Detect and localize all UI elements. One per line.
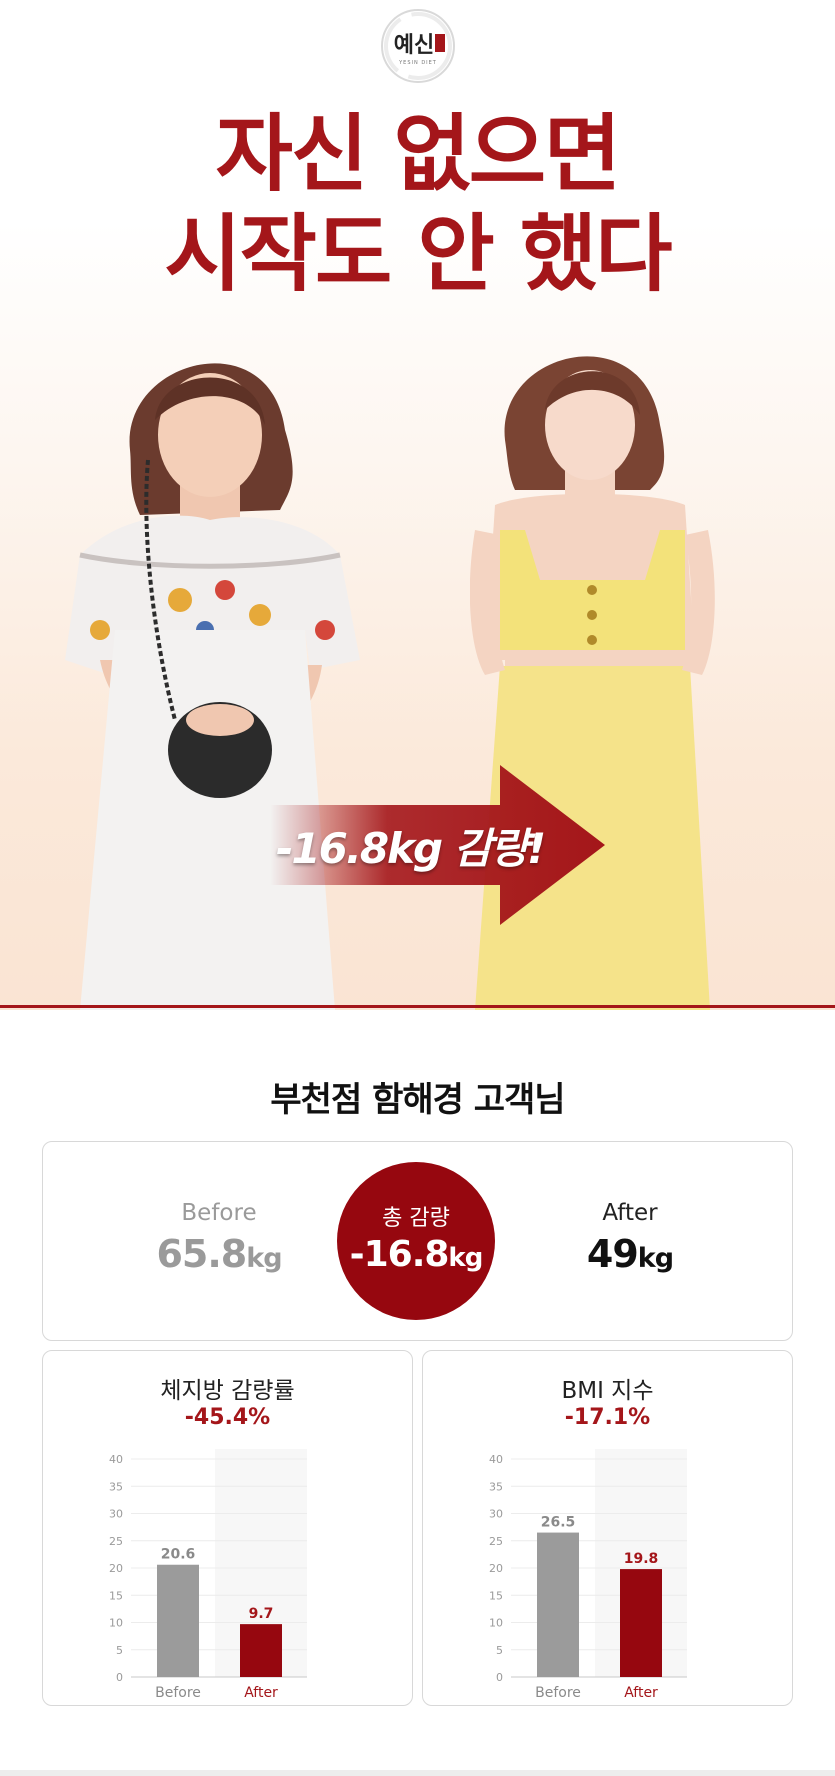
headline-line1: 자신 없으면 — [215, 105, 622, 203]
y-tick-label: 0 — [496, 1671, 503, 1684]
bottom-strip — [0, 1770, 835, 1776]
x-category-label: After — [244, 1685, 278, 1701]
customer-title: 부천점 함해경 고객님 — [270, 1080, 565, 1120]
before-value: 65.8 — [156, 1232, 247, 1276]
y-tick-label: 15 — [489, 1589, 503, 1602]
body-fat-card: 체지방 감량률 -45.4% 0 5 10 15 20 25 30 35 40 20.6 Befor… — [42, 1350, 413, 1706]
body-fat-chart: 0 5 10 15 20 25 30 35 40 20.6 Before 9.7 After — [109, 1449, 307, 1701]
x-category-label: After — [624, 1685, 658, 1701]
y-tick-label: 10 — [489, 1617, 503, 1630]
bmi-card: BMI 지수 -17.1% 0 5 10 15 20 25 30 35 40 26.5 Before… — [422, 1350, 793, 1706]
y-tick-label: 20 — [489, 1562, 503, 1575]
bmi-chart: 0 5 10 15 20 25 30 35 40 26.5 Before 19.8 After — [489, 1449, 687, 1701]
y-tick-label: 15 — [109, 1589, 123, 1602]
before-label: Before — [181, 1200, 257, 1226]
bar-value-label: 19.8 — [624, 1551, 659, 1567]
y-tick-label: 30 — [489, 1508, 503, 1521]
total-label: 총 감량 — [382, 1206, 450, 1231]
logo-text: 예신 — [394, 33, 434, 58]
y-tick-label: 25 — [109, 1535, 123, 1548]
after-label: After — [602, 1200, 658, 1226]
after-unit: kg — [637, 1243, 674, 1274]
y-tick-label: 10 — [109, 1617, 123, 1630]
hero-divider — [0, 1005, 835, 1008]
x-category-label: Before — [155, 1685, 201, 1701]
y-tick-label: 30 — [109, 1508, 123, 1521]
y-tick-label: 35 — [109, 1480, 123, 1493]
total-value-wrap: -16.8kg — [337, 1234, 495, 1275]
total-value: -16.8 — [349, 1234, 450, 1275]
before-weight: Before 65.8kg — [119, 1200, 319, 1276]
after-weight: After 49kg — [530, 1200, 730, 1276]
bar-value-label: 20.6 — [161, 1547, 196, 1563]
bar-after — [240, 1624, 282, 1677]
x-category-label: Before — [535, 1685, 581, 1701]
y-tick-label: 20 — [109, 1562, 123, 1575]
hero-section: 예신 YESIN DIET 자신 없으면 시작도 안 했다 -16.8kg 감량… — [0, 0, 835, 1010]
y-tick-label: 25 — [489, 1535, 503, 1548]
y-tick-label: 5 — [116, 1644, 123, 1657]
y-tick-label: 40 — [109, 1453, 123, 1466]
headline-line2: 시작도 안 했다 — [164, 205, 672, 303]
bar-value-label: 26.5 — [541, 1515, 576, 1531]
bar-before — [157, 1564, 199, 1677]
before-value-wrap: 65.8kg — [119, 1232, 319, 1276]
bar-after — [620, 1569, 662, 1677]
y-tick-label: 5 — [496, 1644, 503, 1657]
bar-before — [537, 1532, 579, 1677]
total-unit: kg — [448, 1243, 483, 1273]
logo-subtext: YESIN DIET — [398, 60, 437, 66]
brand-logo: 예신 YESIN DIET — [381, 9, 455, 83]
y-tick-label: 0 — [116, 1671, 123, 1684]
after-value: 49 — [586, 1232, 639, 1276]
before-unit: kg — [246, 1243, 282, 1274]
after-value-wrap: 49kg — [530, 1232, 730, 1276]
y-tick-label: 40 — [489, 1453, 503, 1466]
total-loss-badge: 총 감량 -16.8kg — [337, 1162, 495, 1320]
bar-value-label: 9.7 — [249, 1606, 274, 1622]
result-text: -16.8kg 감량! — [276, 824, 546, 873]
y-tick-label: 35 — [489, 1480, 503, 1493]
